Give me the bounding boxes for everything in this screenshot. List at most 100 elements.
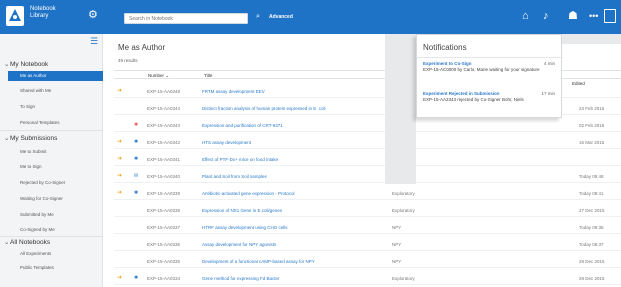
- notification-link[interactable]: Experiment to Co-Sign: [423, 61, 472, 66]
- row-date: 27 Dec 2015: [579, 208, 605, 213]
- row-number: EXP-15-AA0339: [147, 191, 181, 196]
- pin-icon[interactable]: ➜: [117, 274, 122, 281]
- row-title-link[interactable]: Development of a functional cAMP-based a…: [202, 259, 315, 264]
- notification-time: 4 min: [543, 61, 555, 66]
- home-icon[interactable]: ⌂: [522, 11, 529, 22]
- menu-toggle-icon[interactable]: ☰: [90, 36, 98, 47]
- sidebar-item-rejected[interactable]: Rejected by Co-Signer: [20, 180, 65, 185]
- row-date: 28 Dec 2015: [579, 276, 605, 281]
- edited-column-header[interactable]: Edited: [562, 70, 621, 108]
- overlay-shade: [562, 34, 621, 44]
- sidebar-item-all-experiments[interactable]: All Experiments: [20, 251, 51, 256]
- row-date: Today 09:48: [579, 174, 604, 179]
- app-logo[interactable]: Notebook Library: [6, 6, 56, 26]
- pin-icon[interactable]: ➜: [117, 155, 122, 162]
- pin-icon[interactable]: ➜: [117, 87, 122, 94]
- app-name: Notebook: [30, 6, 56, 12]
- row-number: EXP-15-AA0334: [147, 276, 181, 281]
- row-date: Today 08:41: [579, 191, 604, 196]
- pin-icon[interactable]: ➜: [117, 138, 122, 145]
- sidebar-item-submitted[interactable]: Submitted by Me: [20, 212, 54, 217]
- table-row[interactable]: EXP-15-AA0337 HTRF assay development usin…: [114, 221, 621, 234]
- table-row[interactable]: ➜ ✱ EXP-15-AA0334 Gene method for expressin…: [114, 272, 621, 285]
- column-header-number[interactable]: Number ⌄: [148, 73, 169, 79]
- row-date: Today 06:37: [579, 242, 604, 247]
- search-input[interactable]: [125, 14, 247, 23]
- table-row[interactable]: EXP-15-AA0335 Development of a functional…: [114, 255, 621, 268]
- row-number: EXP-15-AA0336: [147, 242, 181, 247]
- sidebar-item-co-signed[interactable]: Co-Signed by Me: [20, 227, 55, 232]
- notifications-title: Notifications: [423, 43, 467, 52]
- pin-icon[interactable]: ➜: [117, 189, 122, 196]
- notification-bell-icon[interactable]: ♪: [543, 11, 549, 22]
- row-title-link[interactable]: Effect of PTF-Dx+ mice on food intake: [202, 157, 278, 162]
- page-title: Me as Author: [118, 43, 166, 52]
- sidebar-item-personal-templates[interactable]: Personal Templates: [20, 120, 59, 125]
- search-icon[interactable]: ⌕: [256, 13, 260, 21]
- row-date: 28 Dec 2015: [579, 259, 605, 264]
- table-row[interactable]: ➜ ✉ EXP-15-AA0340 Plant and Soil from Soil …: [114, 170, 621, 183]
- row-title-link[interactable]: HTRF assay development using CHO cells: [202, 225, 288, 230]
- logo-mark-icon: [6, 6, 24, 26]
- row-title-link[interactable]: FRTM assay development EEV: [202, 89, 265, 94]
- row-title-link[interactable]: Expression of NS1 Gene in E.coli/genes: [202, 208, 282, 213]
- settings-gear-icon[interactable]: ⚙: [88, 10, 98, 21]
- row-title-link[interactable]: Gene method for expressing Fd Bacter: [202, 276, 280, 281]
- row-number: EXP-15-AA0343: [147, 123, 181, 128]
- sidebar: ☰ ⌄My Notebook Me as Author Shared with …: [0, 34, 103, 287]
- table-row[interactable]: ✱ EXP-15-AA0343 Expression and purificatio…: [114, 119, 621, 132]
- row-title-link[interactable]: HTS assay development: [202, 140, 251, 145]
- section-my-submissions[interactable]: ⌄My Submissions: [4, 134, 57, 142]
- section-my-notebook[interactable]: ⌄My Notebook: [4, 60, 48, 68]
- table-row[interactable]: EXP-15-AA0338 Expression of NS1 Gene in E…: [114, 204, 621, 217]
- row-number: EXP-15-AA0342: [147, 140, 181, 145]
- sidebar-item-waiting[interactable]: Waiting for Co-Signer: [20, 196, 63, 201]
- sidebar-item-me-as-author[interactable]: Me as Author: [8, 71, 103, 81]
- notifications-popup: Notifications Experiment to Co-Sign 4 mi…: [416, 34, 563, 118]
- sidebar-item-me-to-sign[interactable]: Me to Sign: [20, 164, 42, 169]
- pin-icon[interactable]: ➜: [117, 172, 122, 179]
- row-number: EXP-15-AA0348: [147, 89, 181, 94]
- table-row[interactable]: ➜ ✱ EXP-15-AA0342 HTS assay development 16 M…: [114, 136, 621, 149]
- app-subname: Library: [30, 13, 49, 19]
- row-project: NPY: [392, 242, 402, 247]
- table-row[interactable]: EXP-15-AA0336 Assay development for NPY a…: [114, 238, 621, 251]
- row-date: 02 Feb 2015: [579, 123, 605, 128]
- row-title-link[interactable]: Antibiotic-activated gene expression - P…: [202, 191, 295, 196]
- row-date: Today 09:35: [579, 225, 604, 230]
- sidebar-item-to-sign[interactable]: To Sign: [20, 104, 35, 109]
- overlay-shade: [385, 34, 416, 184]
- split-view-icon[interactable]: [604, 9, 616, 23]
- row-project: Exploratory: [392, 276, 415, 281]
- row-project: NPY: [392, 225, 402, 230]
- row-number: EXP-15-AA0344: [147, 106, 181, 111]
- status-icon: ✱: [134, 190, 139, 196]
- advanced-search-link[interactable]: Advanced: [269, 14, 293, 20]
- row-date: 16 Mar 2015: [579, 140, 605, 145]
- row-title-link[interactable]: Assay development for NPY agonists: [202, 242, 276, 247]
- divider: [0, 236, 103, 237]
- notification-text: EXP-15-AA2343 rejected by Co-Signer Bohr…: [423, 97, 524, 102]
- sidebar-item-public-templates[interactable]: Public Templates: [20, 265, 54, 270]
- column-header-title[interactable]: Title: [204, 73, 212, 78]
- row-number: EXP-15-AA0341: [147, 157, 181, 162]
- table-row[interactable]: ➜ ✱ EXP-15-AA0339 Antibiotic-activated gene…: [114, 187, 621, 200]
- sidebar-item-shared-with-me[interactable]: Shared with Me: [20, 88, 51, 93]
- row-title-link[interactable]: Distinct fraction analysis of human prot…: [202, 106, 326, 111]
- more-icon[interactable]: •••: [589, 11, 598, 22]
- row-title-link[interactable]: Expression and purification of CRT-9371: [202, 123, 283, 128]
- status-icon: ✱: [134, 122, 139, 128]
- sidebar-item-me-to-submit[interactable]: Me to Submit: [20, 149, 47, 154]
- top-bar: Notebook Library ⚙ ⌕ Advanced ⌂ ♪ ☗ •••: [0, 0, 621, 34]
- search-field[interactable]: [124, 13, 248, 24]
- section-all-notebooks[interactable]: ⌄All Notebooks: [4, 238, 50, 246]
- user-icon[interactable]: ☗: [568, 11, 578, 22]
- table-row[interactable]: ➜ ✱ EXP-15-AA0341 Effect of PTF-Dx+ mice on…: [114, 153, 621, 166]
- row-number: EXP-15-AA0340: [147, 174, 181, 179]
- divider: [417, 57, 563, 58]
- divider: [0, 130, 103, 131]
- notification-link[interactable]: Experiment Rejected in Submission: [423, 91, 500, 96]
- notification-text: EXP-15-AC0000 by Carlo, Marie waiting fo…: [423, 67, 540, 72]
- row-title-link[interactable]: Plant and Soil from Soil samples: [202, 174, 267, 179]
- notification-time: 17 min: [541, 91, 555, 96]
